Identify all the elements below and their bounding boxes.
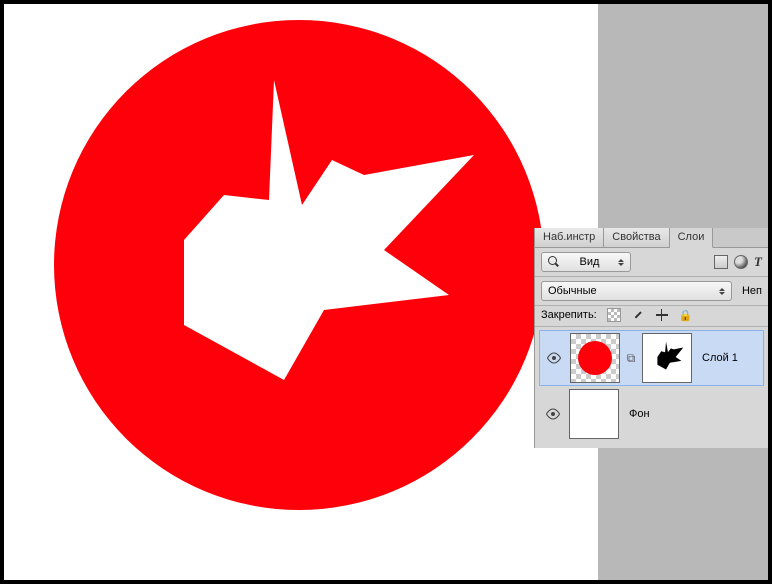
layer-thumbnail[interactable] — [569, 389, 619, 439]
adjustment-filter-icon[interactable] — [734, 255, 748, 269]
lock-all-icon[interactable] — [679, 308, 693, 322]
filter-row: Вид T — [535, 248, 768, 277]
layer-mask-thumbnail[interactable] — [642, 333, 692, 383]
tab-properties[interactable]: Свойства — [604, 228, 669, 247]
red-circle-thumb — [578, 341, 612, 375]
layers-panel: Наб.инстр Свойства Слои Вид T Обычные Не… — [534, 228, 768, 448]
layer-name[interactable]: Слой 1 — [702, 352, 738, 364]
visibility-toggle[interactable] — [541, 408, 565, 420]
blend-mode-dropdown[interactable]: Обычные — [541, 281, 732, 301]
blend-mode-label: Обычные — [548, 285, 597, 297]
layer-name[interactable]: Фон — [629, 408, 650, 420]
lock-row: Закрепить: — [535, 306, 768, 327]
eye-icon — [546, 352, 562, 364]
search-icon — [548, 256, 560, 268]
canvas[interactable] — [4, 4, 598, 580]
tab-layers[interactable]: Слои — [670, 228, 714, 248]
panel-tabs: Наб.инстр Свойства Слои — [535, 228, 768, 248]
dropdown-arrows-icon — [616, 256, 626, 268]
eye-icon — [545, 408, 561, 420]
layer-item[interactable]: Фон — [539, 386, 764, 442]
lock-label: Закрепить: — [541, 309, 597, 321]
image-filter-icon[interactable] — [714, 255, 728, 269]
lock-transparency-icon[interactable] — [607, 308, 621, 322]
lock-position-icon[interactable] — [655, 308, 669, 322]
text-filter-icon[interactable]: T — [754, 254, 762, 270]
lock-pixels-icon[interactable] — [631, 308, 645, 322]
dropdown-arrows-icon — [717, 285, 727, 297]
link-icon[interactable]: ⧉ — [624, 351, 638, 366]
opacity-label: Неп — [742, 285, 762, 297]
tab-tool-presets[interactable]: Наб.инстр — [535, 228, 604, 247]
filter-dropdown[interactable]: Вид — [541, 252, 631, 272]
layer-thumbnail[interactable] — [570, 333, 620, 383]
layers-list: ⧉ Слой 1 Фон — [535, 327, 768, 448]
layer-item[interactable]: ⧉ Слой 1 — [539, 330, 764, 386]
blend-row: Обычные Неп — [535, 277, 768, 306]
filter-label: Вид — [580, 256, 600, 268]
mask-shape — [643, 334, 691, 382]
visibility-toggle[interactable] — [542, 352, 566, 364]
white-cut-shape — [54, 20, 544, 510]
